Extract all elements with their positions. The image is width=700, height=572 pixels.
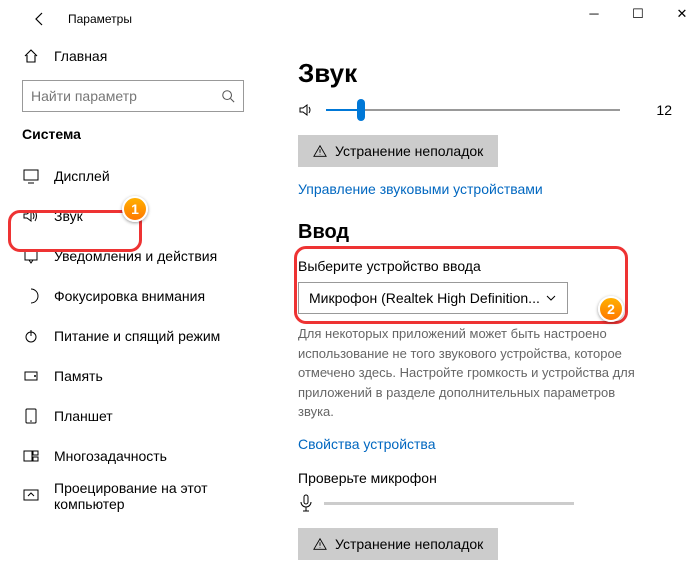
sidebar-item-label: Звук (54, 208, 83, 224)
main-content: Звук 12 Устранение неполадок Управление … (270, 38, 700, 572)
sidebar-item-label: Проецирование на этот компьютер (54, 480, 270, 512)
sound-icon (22, 207, 40, 225)
search-icon (221, 89, 235, 103)
mic-level-bar (324, 502, 574, 505)
display-icon (22, 167, 40, 185)
search-placeholder: Найти параметр (31, 88, 137, 104)
multitask-icon (22, 447, 40, 465)
sidebar-item-display[interactable]: Дисплей (22, 156, 270, 196)
sidebar-item-storage[interactable]: Память (22, 356, 270, 396)
annotation-badge-1: 1 (122, 196, 148, 222)
test-mic-label: Проверьте микрофон (298, 470, 672, 486)
power-icon (22, 327, 40, 345)
warning-icon (313, 144, 327, 158)
storage-icon (22, 367, 40, 385)
volume-icon (298, 102, 316, 118)
project-icon (22, 487, 40, 505)
sidebar-item-multitask[interactable]: Многозадачность (22, 436, 270, 476)
input-section-title: Ввод (298, 221, 672, 244)
volume-slider[interactable] (326, 99, 620, 121)
dropdown-value: Микрофон (Realtek High Definition... (309, 290, 540, 306)
sidebar-item-label: Питание и спящий режим (54, 328, 220, 344)
manage-output-link[interactable]: Управление звуковыми устройствами (298, 181, 543, 197)
input-device-dropdown[interactable]: Микрофон (Realtek High Definition... (298, 282, 568, 314)
notification-icon (22, 247, 40, 265)
tablet-icon (22, 407, 40, 425)
warning-icon (313, 537, 327, 551)
sidebar-home-label: Главная (54, 48, 107, 64)
troubleshoot-input-button[interactable]: Устранение неполадок (298, 528, 498, 560)
sidebar-item-label: Память (54, 368, 103, 384)
sidebar-item-power[interactable]: Питание и спящий режим (22, 316, 270, 356)
choose-input-label: Выберите устройство ввода (298, 258, 672, 274)
window-title: Параметры (68, 12, 132, 26)
annotation-badge-2: 2 (598, 296, 624, 322)
sidebar-item-label: Планшет (54, 408, 113, 424)
sidebar-item-notifications[interactable]: Уведомления и действия (22, 236, 270, 276)
sidebar-item-project[interactable]: Проецирование на этот компьютер (22, 476, 270, 516)
search-input[interactable]: Найти параметр (22, 80, 244, 112)
sidebar: Главная Найти параметр Система Дисплей З… (0, 38, 270, 572)
page-title: Звук (298, 58, 672, 89)
sidebar-home[interactable]: Главная (22, 38, 270, 74)
troubleshoot-output-button[interactable]: Устранение неполадок (298, 135, 498, 167)
sidebar-item-label: Фокусировка внимания (54, 288, 205, 304)
minimize-button[interactable]: ─ (584, 6, 604, 22)
sidebar-header: Система (22, 126, 270, 142)
back-button[interactable] (26, 5, 54, 33)
focus-icon (22, 287, 40, 305)
close-button[interactable]: ✕ (672, 6, 692, 22)
maximize-button[interactable]: ☐ (628, 6, 648, 22)
sidebar-item-label: Многозадачность (54, 448, 167, 464)
device-properties-link[interactable]: Свойства устройства (298, 436, 436, 452)
sidebar-item-focus[interactable]: Фокусировка внимания (22, 276, 270, 316)
volume-value: 12 (648, 102, 672, 118)
input-description: Для некоторых приложений может быть наст… (298, 324, 638, 422)
home-icon (22, 47, 40, 65)
chevron-down-icon (545, 292, 557, 304)
sidebar-item-label: Уведомления и действия (54, 248, 217, 264)
sidebar-item-label: Дисплей (54, 168, 110, 184)
sidebar-item-tablet[interactable]: Планшет (22, 396, 270, 436)
microphone-icon (298, 494, 314, 514)
